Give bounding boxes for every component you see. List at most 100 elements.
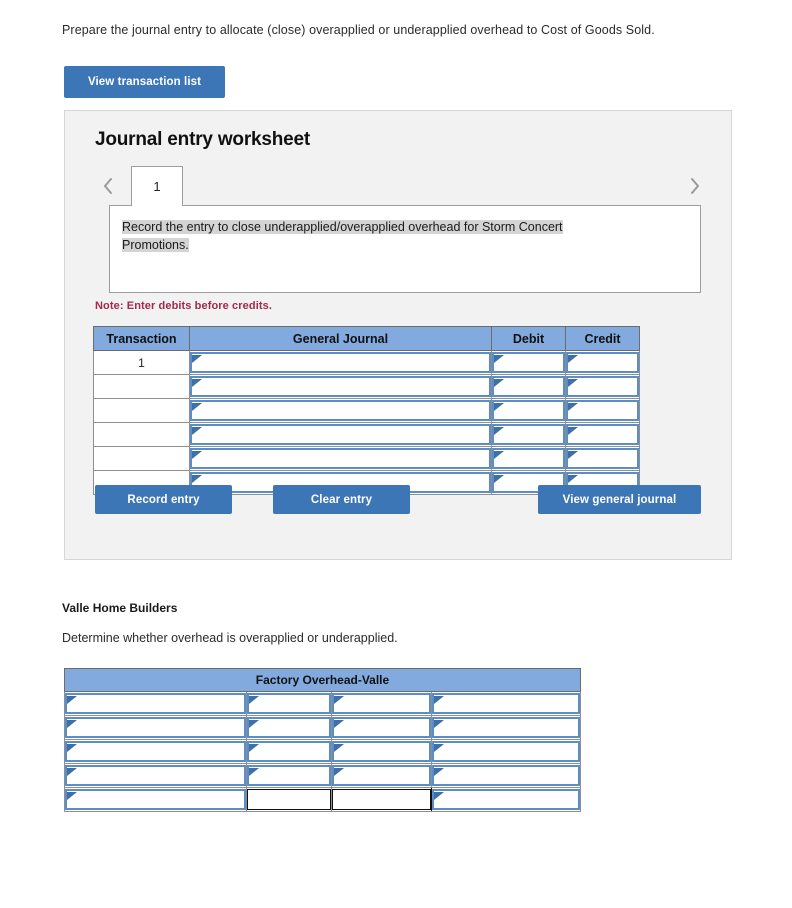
t-account-header-row: Factory Overhead-Valle: [64, 668, 581, 692]
t-account-cell-c1[interactable]: [64, 787, 247, 812]
debit-input[interactable]: [492, 424, 565, 445]
debit-input[interactable]: [492, 352, 565, 373]
transaction-number-cell: [93, 398, 190, 423]
t-account-cell-c4[interactable]: [431, 739, 581, 764]
t-account-total-cell-c2: [246, 787, 332, 812]
t-account-input-c4[interactable]: [432, 717, 580, 738]
view-transaction-list-button[interactable]: View transaction list: [64, 66, 225, 98]
worksheet-tabs: 1: [95, 166, 705, 206]
credit-cell[interactable]: [565, 398, 640, 423]
debits-before-credits-note: Note: Enter debits before credits.: [95, 300, 272, 312]
credit-input[interactable]: [566, 400, 639, 421]
debit-cell[interactable]: [491, 446, 566, 471]
general-journal-input[interactable]: [190, 376, 491, 397]
page-prompt: Prepare the journal entry to allocate (c…: [62, 23, 655, 37]
general-journal-cell[interactable]: [189, 446, 492, 471]
credit-input[interactable]: [566, 424, 639, 445]
t-account-input-c2[interactable]: [247, 765, 331, 786]
factory-overhead-t-account-table: Factory Overhead-Valle: [64, 668, 581, 812]
journal-entry-table: Transaction General Journal Debit Credit…: [93, 326, 640, 495]
t-account-cell-c1[interactable]: [64, 739, 247, 764]
transaction-number-cell: 1: [93, 350, 190, 375]
column-header-general-journal: General Journal: [189, 326, 492, 351]
t-account-cell-c4[interactable]: [431, 763, 581, 788]
table-row: [93, 446, 640, 471]
worksheet-title: Journal entry worksheet: [95, 129, 311, 150]
t-account-cell-c1[interactable]: [64, 691, 247, 716]
t-account-input-c1[interactable]: [65, 717, 246, 738]
t-account-total-value-c2: [247, 789, 331, 810]
t-account-input-c4[interactable]: [432, 765, 580, 786]
t-account-cell-c2[interactable]: [246, 691, 332, 716]
general-journal-cell[interactable]: [189, 422, 492, 447]
t-account-cell-c3[interactable]: [331, 763, 432, 788]
general-journal-cell[interactable]: [189, 350, 492, 375]
t-account-input-c2[interactable]: [247, 717, 331, 738]
debit-cell[interactable]: [491, 398, 566, 423]
credit-input[interactable]: [566, 376, 639, 397]
view-general-journal-button[interactable]: View general journal: [538, 485, 701, 514]
journal-table-header-row: Transaction General Journal Debit Credit: [93, 326, 640, 351]
t-account-input-c4[interactable]: [432, 789, 580, 810]
table-row: [93, 398, 640, 423]
instruction-text-wrapper: Record the entry to close underapplied/o…: [122, 218, 600, 254]
t-account-input-c1[interactable]: [65, 765, 246, 786]
transaction-number-cell: [93, 422, 190, 447]
general-journal-cell[interactable]: [189, 374, 492, 399]
t-account-input-c1[interactable]: [65, 789, 246, 810]
t-account-input-c3[interactable]: [332, 693, 431, 714]
t-account-cell-c3[interactable]: [331, 739, 432, 764]
t-account-cell-c2[interactable]: [246, 763, 332, 788]
t-account-cell-c2[interactable]: [246, 715, 332, 740]
debit-cell[interactable]: [491, 422, 566, 447]
clear-entry-button[interactable]: Clear entry: [273, 485, 410, 514]
t-account-input-c2[interactable]: [247, 741, 331, 762]
t-account-title: Factory Overhead-Valle: [64, 668, 581, 692]
t-account-input-c3[interactable]: [332, 741, 431, 762]
debit-input[interactable]: [492, 400, 565, 421]
debit-input[interactable]: [492, 448, 565, 469]
chevron-right-icon[interactable]: [683, 172, 705, 200]
general-journal-input[interactable]: [190, 448, 491, 469]
worksheet-tab-1[interactable]: 1: [131, 166, 183, 206]
credit-cell[interactable]: [565, 446, 640, 471]
table-row: [93, 374, 640, 399]
t-account-total-cell-c3: [331, 787, 432, 812]
t-account-input-c2[interactable]: [247, 693, 331, 714]
sub-prompt: Determine whether overhead is overapplie…: [62, 631, 398, 645]
credit-input[interactable]: [566, 352, 639, 373]
t-account-cell-c1[interactable]: [64, 715, 247, 740]
t-account-cell-c4[interactable]: [431, 787, 581, 812]
chevron-left-icon[interactable]: [97, 172, 119, 200]
credit-input[interactable]: [566, 448, 639, 469]
t-account-cell-c4[interactable]: [431, 715, 581, 740]
general-journal-input[interactable]: [190, 424, 491, 445]
t-account-cell-c1[interactable]: [64, 763, 247, 788]
t-account-input-c1[interactable]: [65, 693, 246, 714]
table-row: [64, 691, 581, 716]
table-row: 1: [93, 350, 640, 375]
debit-cell[interactable]: [491, 350, 566, 375]
t-account-cell-c3[interactable]: [331, 715, 432, 740]
transaction-number-cell: [93, 374, 190, 399]
table-row: [93, 422, 640, 447]
t-account-input-c3[interactable]: [332, 765, 431, 786]
t-account-input-c3[interactable]: [332, 717, 431, 738]
record-entry-button[interactable]: Record entry: [95, 485, 232, 514]
t-account-input-c4[interactable]: [432, 693, 580, 714]
credit-cell[interactable]: [565, 350, 640, 375]
credit-cell[interactable]: [565, 422, 640, 447]
general-journal-input[interactable]: [190, 352, 491, 373]
debit-input[interactable]: [492, 376, 565, 397]
t-account-cell-c3[interactable]: [331, 691, 432, 716]
t-account-input-c1[interactable]: [65, 741, 246, 762]
worksheet-tab-1-label: 1: [153, 179, 161, 194]
debit-cell[interactable]: [491, 374, 566, 399]
t-account-cell-c4[interactable]: [431, 691, 581, 716]
general-journal-cell[interactable]: [189, 398, 492, 423]
t-account-cell-c2[interactable]: [246, 739, 332, 764]
t-account-input-c4[interactable]: [432, 741, 580, 762]
transaction-number-cell: [93, 446, 190, 471]
general-journal-input[interactable]: [190, 400, 491, 421]
credit-cell[interactable]: [565, 374, 640, 399]
